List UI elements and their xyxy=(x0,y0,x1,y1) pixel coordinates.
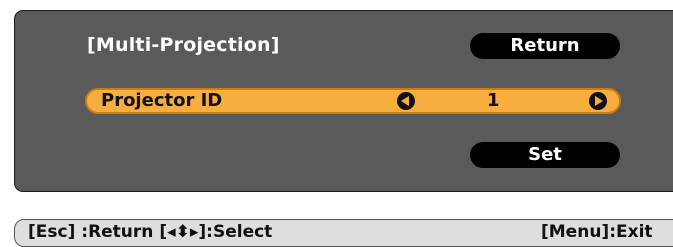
left-arrow-icon[interactable] xyxy=(397,92,415,110)
right-arrow-icon[interactable] xyxy=(589,92,607,110)
return-button[interactable]: Return xyxy=(470,33,620,59)
multi-projection-panel: [Multi-Projection] Return Projector ID 1… xyxy=(14,10,673,192)
projector-id-label: Projector ID xyxy=(101,90,223,111)
help-exit-text: [Menu]:Exit xyxy=(541,222,653,242)
menu-title: [Multi-Projection] xyxy=(87,34,280,56)
projector-id-value: 1 xyxy=(487,90,500,111)
set-button[interactable]: Set xyxy=(470,142,620,168)
help-bar: [Esc] :Return [◂⬍▸]:Select [Menu]:Exit xyxy=(14,219,673,247)
projector-id-row[interactable]: Projector ID 1 xyxy=(85,88,621,114)
help-navigation-text: [Esc] :Return [◂⬍▸]:Select xyxy=(28,222,273,242)
